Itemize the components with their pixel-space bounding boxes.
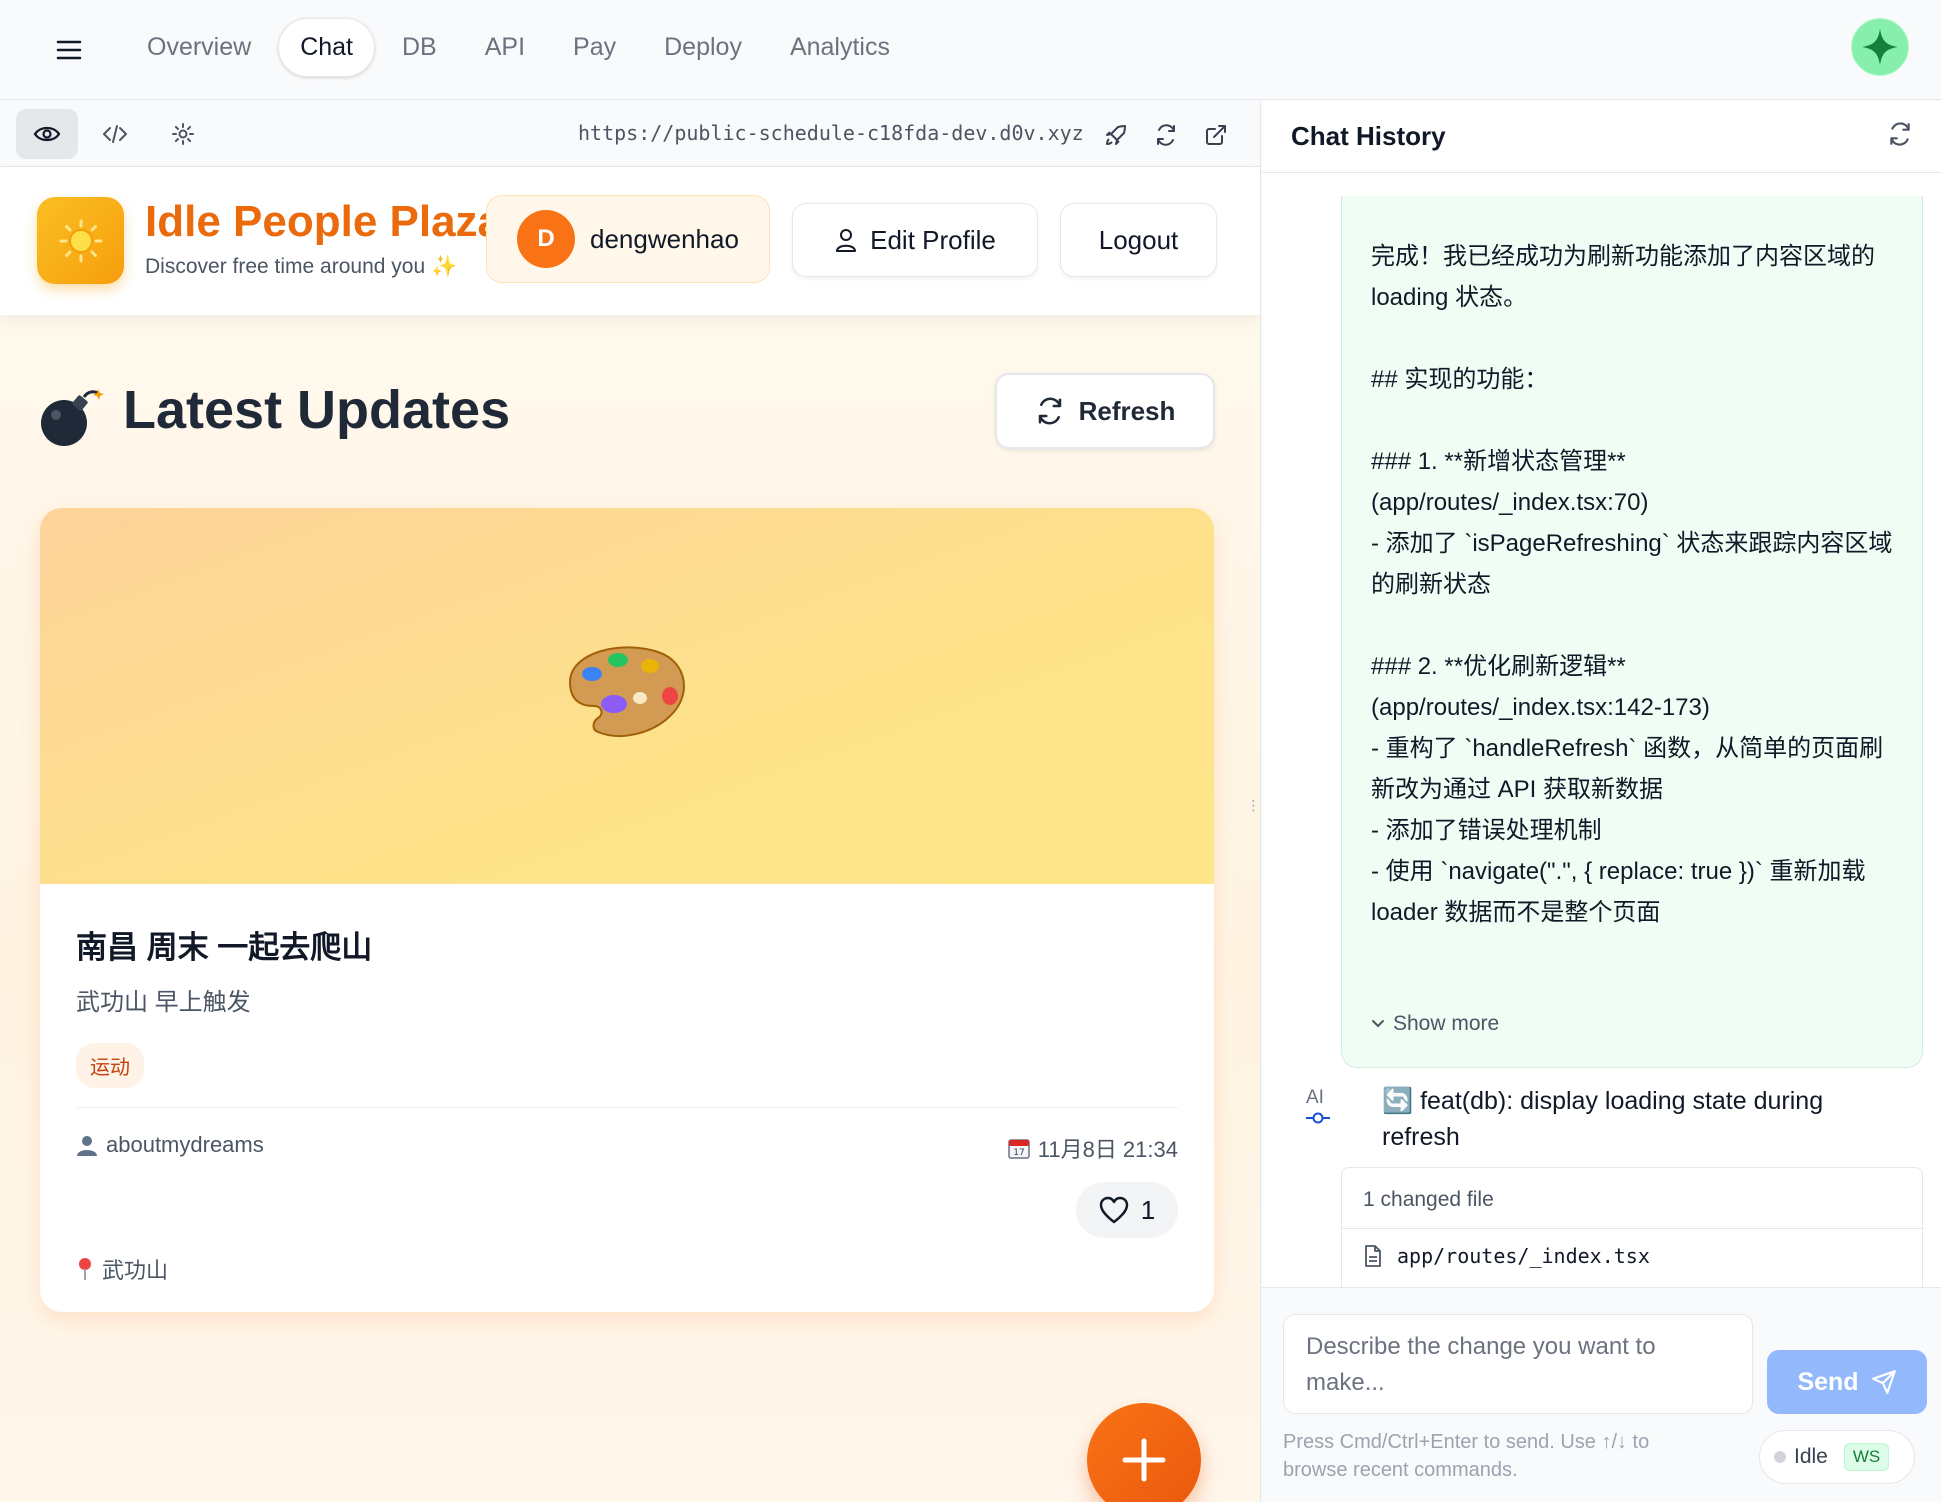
svg-text:17: 17 bbox=[1013, 1148, 1024, 1158]
app-subtitle: Discover free time around you ✨ bbox=[145, 255, 458, 278]
tab-analytics[interactable]: Analytics bbox=[769, 19, 911, 76]
logout-label: Logout bbox=[1098, 224, 1179, 255]
deploy-rocket-icon[interactable] bbox=[1102, 121, 1130, 149]
preview-pane: https://public-schedule-c18fda-dev.d0v.x… bbox=[0, 101, 1260, 1502]
post-title: 南昌 周末 一起去爬山 bbox=[76, 930, 373, 965]
heart-icon bbox=[1099, 1196, 1128, 1224]
chat-header: Chat History bbox=[1262, 101, 1941, 173]
app-preview: Idle People Plaza Discover free time aro… bbox=[0, 167, 1260, 1502]
code-icon bbox=[103, 125, 127, 143]
status-label: Idle bbox=[1794, 1445, 1828, 1468]
gear-icon bbox=[172, 123, 194, 145]
add-post-button[interactable] bbox=[1087, 1403, 1201, 1502]
post-date: 17 11月8日 21:34 bbox=[1008, 1132, 1178, 1164]
status-dot bbox=[1774, 1451, 1786, 1463]
user-chip[interactable]: D dengwenhao bbox=[486, 195, 770, 283]
post-description: 武功山 早上触发 bbox=[76, 989, 251, 1016]
workspace-avatar[interactable] bbox=[1851, 18, 1909, 76]
tab-pay[interactable]: Pay bbox=[552, 19, 637, 76]
user-avatar: D bbox=[517, 210, 575, 268]
ws-badge: WS bbox=[1843, 1443, 1890, 1471]
app-title: Idle People Plaza bbox=[145, 197, 503, 246]
app-logo bbox=[37, 197, 124, 284]
assistant-message-text: 完成！我已经成功为刷新功能添加了内容区域的 loading 状态。 ## 实现的… bbox=[1371, 243, 1893, 926]
logout-button[interactable]: Logout bbox=[1060, 203, 1217, 277]
top-navigation-bar: Overview Chat DB API Pay Deploy Analytic… bbox=[0, 0, 1941, 100]
main-nav: Overview Chat DB API Pay Deploy Analytic… bbox=[126, 18, 911, 77]
chevron-down-icon bbox=[1372, 1020, 1384, 1028]
tab-db[interactable]: DB bbox=[381, 19, 458, 76]
git-commit-icon bbox=[1306, 1112, 1330, 1124]
connection-status: Idle WS bbox=[1759, 1430, 1915, 1484]
sparkle-icon bbox=[1862, 29, 1898, 65]
files-divider bbox=[1342, 1228, 1924, 1229]
preview-url[interactable]: https://public-schedule-c18fda-dev.d0v.x… bbox=[578, 121, 1084, 145]
reload-icon[interactable] bbox=[1152, 121, 1180, 149]
composer-hint: Press Cmd/Ctrl+Enter to send. Use ↑/↓ to… bbox=[1283, 1431, 1650, 1481]
like-button[interactable]: 1 bbox=[1076, 1182, 1178, 1238]
sun-icon bbox=[59, 219, 102, 262]
hamburger-menu-icon[interactable] bbox=[44, 28, 94, 72]
card-divider bbox=[76, 1107, 1178, 1108]
palette-icon bbox=[568, 646, 685, 737]
person-icon bbox=[77, 1136, 97, 1156]
refresh-label: Refresh bbox=[1078, 395, 1176, 426]
tab-deploy[interactable]: Deploy bbox=[643, 19, 763, 76]
refresh-history-icon[interactable] bbox=[1887, 121, 1913, 147]
post-tag[interactable]: 运动 bbox=[76, 1043, 144, 1088]
send-icon bbox=[1871, 1370, 1896, 1394]
code-view-button[interactable] bbox=[84, 109, 146, 159]
settings-button[interactable] bbox=[152, 109, 214, 159]
file-icon bbox=[1365, 1245, 1381, 1267]
external-link-icon[interactable] bbox=[1202, 121, 1230, 149]
plus-icon bbox=[1122, 1438, 1166, 1482]
chat-composer: Describe the change you want to make... … bbox=[1262, 1287, 1941, 1502]
eye-icon bbox=[33, 126, 61, 142]
edit-profile-button[interactable]: Edit Profile bbox=[792, 203, 1038, 277]
refresh-button[interactable]: Refresh bbox=[995, 373, 1215, 449]
chat-title: Chat History bbox=[1291, 121, 1446, 151]
user-icon bbox=[836, 229, 857, 252]
calendar-icon: 17 bbox=[1008, 1139, 1030, 1159]
changed-files-count: 1 changed file bbox=[1363, 1188, 1494, 1211]
post-banner bbox=[40, 508, 1214, 884]
tab-chat[interactable]: Chat bbox=[278, 18, 375, 77]
changed-files-box: 1 changed file app/routes/_index.tsx bbox=[1341, 1167, 1924, 1307]
post-author: aboutmydreams bbox=[76, 1132, 264, 1158]
pin-icon bbox=[79, 1258, 91, 1280]
chat-pane: Chat History 完成！我已经成功为刷新功能添加了内容区域的 loadi… bbox=[1262, 101, 1941, 1502]
chat-input[interactable]: Describe the change you want to make... bbox=[1283, 1314, 1753, 1414]
like-count: 1 bbox=[1140, 1194, 1156, 1225]
tab-overview[interactable]: Overview bbox=[126, 19, 272, 76]
tab-api[interactable]: API bbox=[464, 19, 546, 76]
section-title: Latest Updates bbox=[123, 380, 511, 440]
username: dengwenhao bbox=[590, 223, 739, 254]
bomb-icon bbox=[41, 389, 104, 446]
send-button[interactable]: Send bbox=[1767, 1350, 1927, 1414]
show-more-button[interactable]: Show more bbox=[1371, 1012, 1499, 1036]
preview-toolbar: https://public-schedule-c18fda-dev.d0v.x… bbox=[0, 101, 1260, 167]
assistant-message: 完成！我已经成功为刷新功能添加了内容区域的 loading 状态。 ## 实现的… bbox=[1341, 196, 1923, 1068]
changed-file-item[interactable]: app/routes/_index.tsx bbox=[1363, 1244, 1650, 1268]
preview-view-button[interactable] bbox=[16, 109, 78, 159]
app-header: Idle People Plaza Discover free time aro… bbox=[0, 167, 1260, 315]
post-location: 武功山 bbox=[76, 1253, 168, 1285]
ai-label: AI bbox=[1306, 1087, 1324, 1108]
post-card[interactable]: 南昌 周末 一起去爬山 武功山 早上触发 运动 aboutmydreams 17… bbox=[40, 508, 1214, 1312]
refresh-icon bbox=[1038, 397, 1061, 425]
commit-message: 🔄 feat(db): display loading state during… bbox=[1382, 1087, 1824, 1151]
edit-profile-label: Edit Profile bbox=[870, 224, 996, 255]
